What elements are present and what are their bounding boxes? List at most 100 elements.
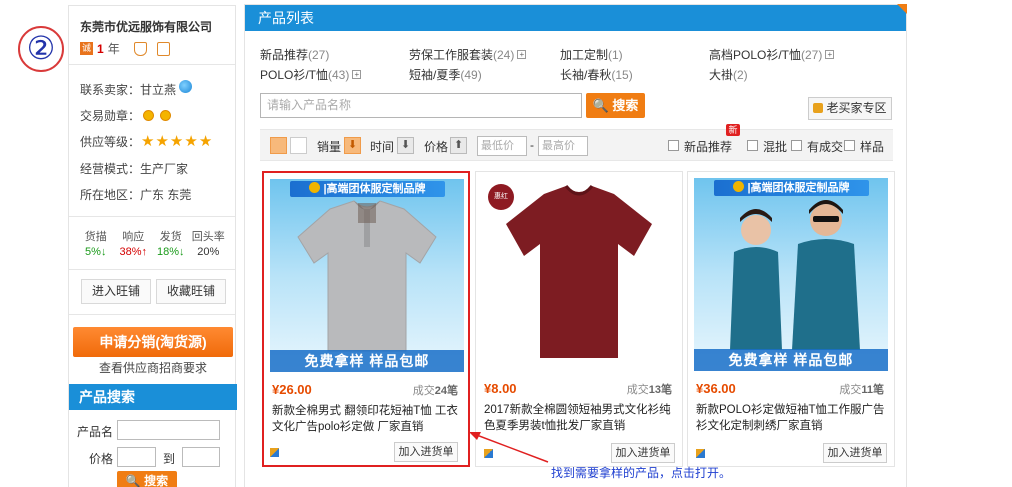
stat-value: 38%↑ [119,246,148,258]
grid-view-icon[interactable] [270,137,287,154]
divider [69,314,235,315]
medal-label: 交易勋章： [80,109,141,123]
deal-prefix: 成交 [412,385,435,397]
max-price-input[interactable] [182,447,220,467]
product-card[interactable]: |高端团体服定制品牌 免费拿样 样品包邮 ¥26.00 成交24笔 新款全棉男式… [262,171,470,467]
category-link[interactable]: 长袖/春秋 (15) [560,66,633,83]
buyer-icon [813,103,824,113]
product-card[interactable]: 惠红 ¥8.00 成交13笔 2017新款全棉圆领短袖男式文化衫纯色夏季男装t恤… [475,171,683,467]
annotation-note: 找到需要拿样的产品，点击打开。 [551,466,732,480]
product-card[interactable]: |高端团体服定制品牌 免费拿样 样品包邮 ¥36.00 成交11笔 新款POLO… [687,171,895,467]
stat-value: 18%↓ [156,246,185,258]
category-name: 大褂 [709,68,734,82]
product-title[interactable]: 2017新款全棉圆领短袖男式文化衫纯色夏季男装t恤批发厂家直销 [484,402,678,434]
expand-plus-icon[interactable]: + [517,50,527,59]
medal-icon [143,110,155,121]
stat-label: 发货 [159,231,182,243]
sort-down-icon[interactable]: ⬇ [397,137,414,154]
product-name-input[interactable] [117,420,220,440]
service-stats: 货描 响应 发货 回头率 5%↓ 38%↑ 18%↓ 20% [77,228,227,258]
company-name[interactable]: 东莞市优远服饰有限公司 [80,18,212,35]
contact-label: 联系卖家： [80,83,141,97]
sort-price-label[interactable]: 价格 [424,138,448,155]
product-search-button[interactable]: 🔍 搜索 [586,93,645,118]
stat-label: 响应 [122,231,145,243]
stat-value: 5%↓ [85,246,107,258]
deal-number: 13笔 [648,384,672,396]
has-deal-checkbox[interactable] [791,140,802,151]
sidebar-search-label: 搜索 [144,474,169,487]
expand-plus-icon[interactable]: + [352,70,362,79]
category-count: (27) [801,47,823,62]
contact-name: 甘立燕 [140,83,177,97]
category-link[interactable]: 劳保工作服套装 (24) + [409,46,527,63]
stat-label: 回头率 [191,231,225,243]
region-value: 广东 东莞 [140,188,192,202]
category-count: (1) [608,47,623,62]
new-badge: 新 [726,124,740,136]
sort-time-label[interactable]: 时间 [370,138,394,155]
add-to-cart-button[interactable]: 加入进货单 [823,443,887,463]
deal-prefix: 成交 [839,384,862,396]
stat-label: 货描 [84,231,107,243]
free-sample-banner: 免费拿样 样品包邮 [270,350,464,372]
product-title[interactable]: 新款全棉男式 翻领印花短袖T恤 工衣文化广告polo衫定做 厂家直销 [272,403,466,435]
category-name: 长袖/春秋 [560,68,612,82]
samples-checkbox[interactable] [844,140,855,151]
category-link[interactable]: 短袖/夏季 (49) [409,66,482,83]
polo-shirt-image [297,200,437,352]
product-image[interactable]: |高端团体服定制品牌 免费拿样 样品包邮 [270,179,464,372]
add-to-cart-button[interactable]: 加入进货单 [611,443,675,463]
mixed-batch-checkbox[interactable] [747,140,758,151]
enter-shop-button[interactable]: 进入旺铺 [81,279,151,304]
category-link[interactable]: 高档POLO衫/T恤 (27) + [709,46,835,63]
deal-number: 11笔 [861,384,884,396]
category-link[interactable]: 新品推荐 (27) [260,46,329,63]
star-icon: ★ [141,132,155,150]
divider [69,269,235,270]
star-icon: ★ [184,132,198,150]
sidebar-search-button[interactable]: 🔍 搜索 [117,471,177,487]
couple-polo-image [730,200,860,350]
sort-down-icon[interactable]: ⬇ [344,137,361,154]
category-name: 高档POLO衫/T恤 [709,48,802,62]
category-count: (15) [611,67,633,82]
deal-prefix: 成交 [626,384,649,396]
product-title[interactable]: 新款POLO衫定做短袖T恤工作服广告衫文化定制刺绣厂家直销 [696,402,890,434]
wangwang-icon[interactable] [179,80,193,93]
brand-logo-icon [309,182,321,193]
product-search-input[interactable]: 请输入产品名称 [260,93,582,118]
max-price-filter[interactable]: 最高价 [538,136,588,156]
search-icon: 🔍 [592,98,609,113]
list-view-icon[interactable] [290,137,307,154]
supplier-requirements-link[interactable]: 查看供应商招商要求 [69,359,237,376]
product-price: ¥8.00 [484,381,517,396]
brand-banner-text: |高端团体服定制品牌 [323,183,426,195]
brand-banner-text: |高端团体服定制品牌 [747,182,850,194]
category-name: POLO衫/T恤 [260,68,329,82]
product-image[interactable]: |高端团体服定制品牌 免费拿样 样品包邮 [694,178,888,371]
min-price-input[interactable] [117,447,156,467]
deal-number: 24笔 [434,385,458,397]
expand-plus-icon[interactable]: + [825,50,835,59]
min-price-filter[interactable]: 最低价 [477,136,527,156]
deal-count: 成交13笔 [627,381,672,397]
category-count: (24) [493,47,515,62]
free-sample-banner: 免费拿样 样品包邮 [694,349,888,371]
old-buyer-zone-button[interactable]: 老买家专区 [808,97,892,120]
product-price: ¥36.00 [696,381,736,396]
category-link[interactable]: 加工定制 (1) [560,46,623,63]
medal-icon [160,110,172,121]
product-list-title: 产品列表 [245,5,906,31]
product-image[interactable]: 惠红 [482,178,676,371]
category-link[interactable]: 大褂 (2) [709,66,748,83]
sort-sales-label[interactable]: 销量 [317,138,341,155]
apply-distribution-button[interactable]: 申请分销(淘货源) [73,327,233,357]
divider [69,216,235,217]
favorite-shop-button[interactable]: 收藏旺铺 [156,279,226,304]
sort-up-icon[interactable]: ⬆ [450,137,467,154]
new-products-checkbox[interactable] [668,140,679,151]
filter-bar: 销量 ⬇ 时间 ⬇ 价格 ⬆ 最低价 - 最高价 新品推荐 混批 有成交 样品 [260,129,893,161]
add-to-cart-button[interactable]: 加入进货单 [394,442,458,462]
category-link[interactable]: POLO衫/T恤 (43) + [260,66,362,83]
